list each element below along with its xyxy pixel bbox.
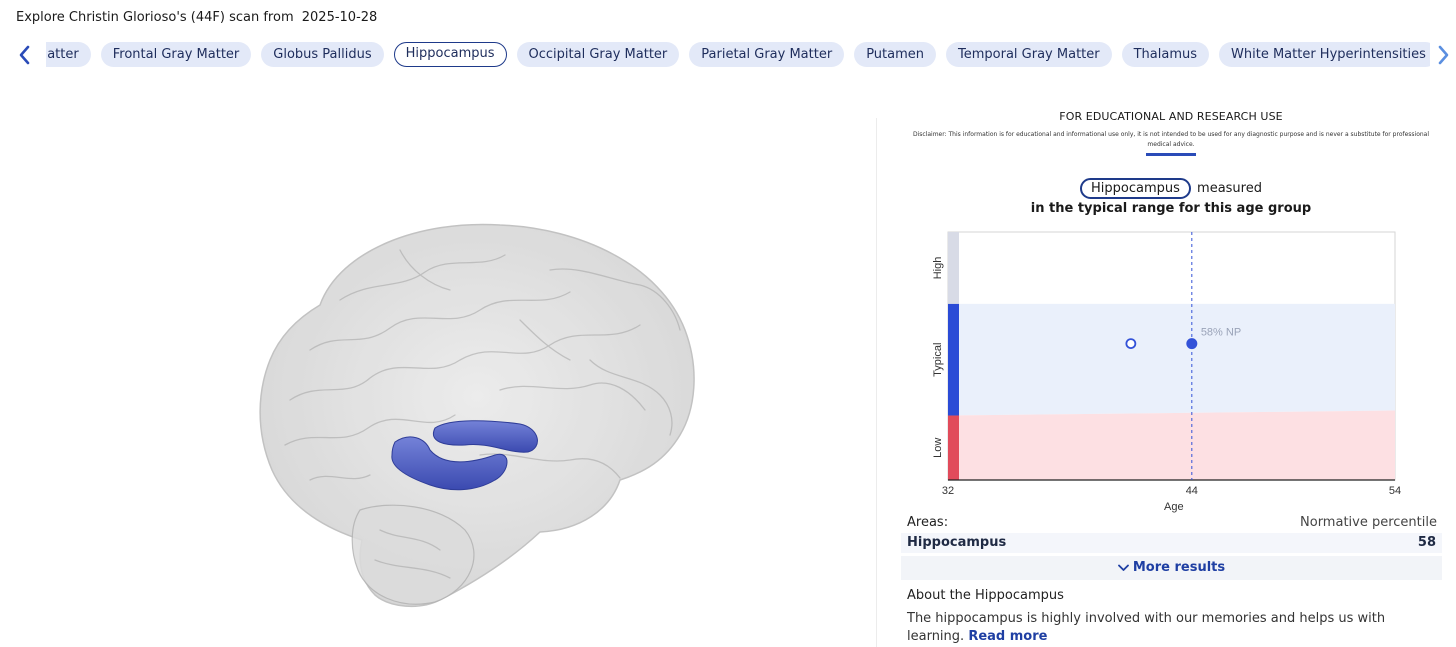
region-tab-hippocampus[interactable]: Hippocampus (393, 42, 507, 67)
areas-label: Areas: (907, 515, 949, 530)
educational-use-title: FOR EDUCATIONAL AND RESEARCH USE (1059, 110, 1283, 123)
band-label-typical: Typical (932, 343, 944, 377)
measured-line: Hippocampus measured (900, 178, 1442, 199)
region-tabs-bar: Matter Frontal Gray Matter Globus Pallidus… (0, 40, 1456, 70)
brain-3d-viewer[interactable] (250, 210, 710, 620)
region-tab-temporal-gray-matter[interactable]: Temporal Gray Matter (946, 42, 1112, 67)
point-label: 58% NP (1201, 327, 1241, 339)
region-tab-putamen[interactable]: Putamen (854, 42, 937, 67)
results-header: Areas: Normative percentile (907, 515, 1437, 530)
region-tab-thalamus[interactable]: Thalamus (1121, 42, 1210, 67)
result-percentile: 58 (1417, 535, 1436, 550)
x-axis-title: Age (1164, 501, 1184, 513)
scan-header: Explore Christin Glorioso's (44F) scan f… (16, 10, 377, 25)
disclaimer-text: Disclaimer: This information is for educ… (912, 131, 1430, 148)
x-tick-label-54: 54 (1389, 485, 1401, 497)
accent-rule (1146, 153, 1196, 156)
region-tab-matter[interactable]: Matter (46, 42, 91, 67)
region-pill: Hippocampus (1080, 178, 1191, 199)
region-tabs: Matter Frontal Gray Matter Globus Pallidus… (46, 42, 1430, 67)
result-row: Hippocampus 58 (901, 533, 1442, 553)
data-point-previous (1125, 338, 1137, 349)
region-tab-frontal-gray-matter[interactable]: Frontal Gray Matter (100, 42, 252, 67)
x-tick-label-32: 32 (942, 485, 954, 497)
typical-range-band (948, 303, 1395, 416)
data-point-current (1186, 338, 1198, 350)
band-label-high: High (932, 257, 944, 280)
region-tab-parietal-gray-matter[interactable]: Parietal Gray Matter (689, 42, 845, 67)
normative-chart-svg: High Typical Low 32 44 54 Age 58% NP (932, 231, 1401, 513)
scroll-left-button[interactable] (12, 42, 38, 68)
result-area-name: Hippocampus (907, 535, 1007, 550)
brain-model-icon (259, 223, 695, 608)
region-tabs-viewport: Matter Frontal Gray Matter Globus Pallidus… (46, 40, 1430, 70)
chevron-down-icon (1117, 564, 1129, 571)
chevron-right-icon (1438, 45, 1449, 65)
panel-divider (876, 118, 877, 647)
normative-chart: High Typical Low 32 44 54 Age 58% NP (920, 224, 1410, 519)
measured-word: measured (1197, 181, 1262, 196)
band-label-low: Low (932, 438, 944, 458)
about-title: About the Hippocampus (907, 588, 1064, 603)
x-tick-label-44: 44 (1186, 485, 1198, 497)
results-panel: FOR EDUCATIONAL AND RESEARCH USE Disclai… (900, 110, 1442, 216)
range-summary: in the typical range for this age group (1030, 201, 1312, 216)
scan-date: 2025-10-28 (301, 10, 378, 25)
read-more-link[interactable]: Read more (968, 629, 1047, 644)
region-tab-globus-pallidus[interactable]: Globus Pallidus (261, 42, 384, 67)
about-text: The hippocampus is highly involved with … (907, 610, 1437, 646)
high-band-bar (948, 232, 959, 304)
scan-title: Explore Christin Glorioso's (44F) scan f… (16, 10, 294, 25)
region-tab-occipital-gray-matter[interactable]: Occipital Gray Matter (516, 42, 680, 67)
chevron-left-icon (19, 45, 30, 65)
more-results-label: More results (1132, 560, 1226, 575)
more-results-button[interactable]: More results (901, 556, 1442, 580)
low-range-band (948, 410, 1395, 480)
low-band-bar (948, 415, 959, 480)
typical-band-bar (948, 303, 959, 416)
scroll-right-button[interactable] (1430, 42, 1456, 68)
region-tab-white-matter-hyperintensities[interactable]: White Matter Hyperintensities (1219, 42, 1430, 67)
percentile-label: Normative percentile (1300, 515, 1437, 530)
